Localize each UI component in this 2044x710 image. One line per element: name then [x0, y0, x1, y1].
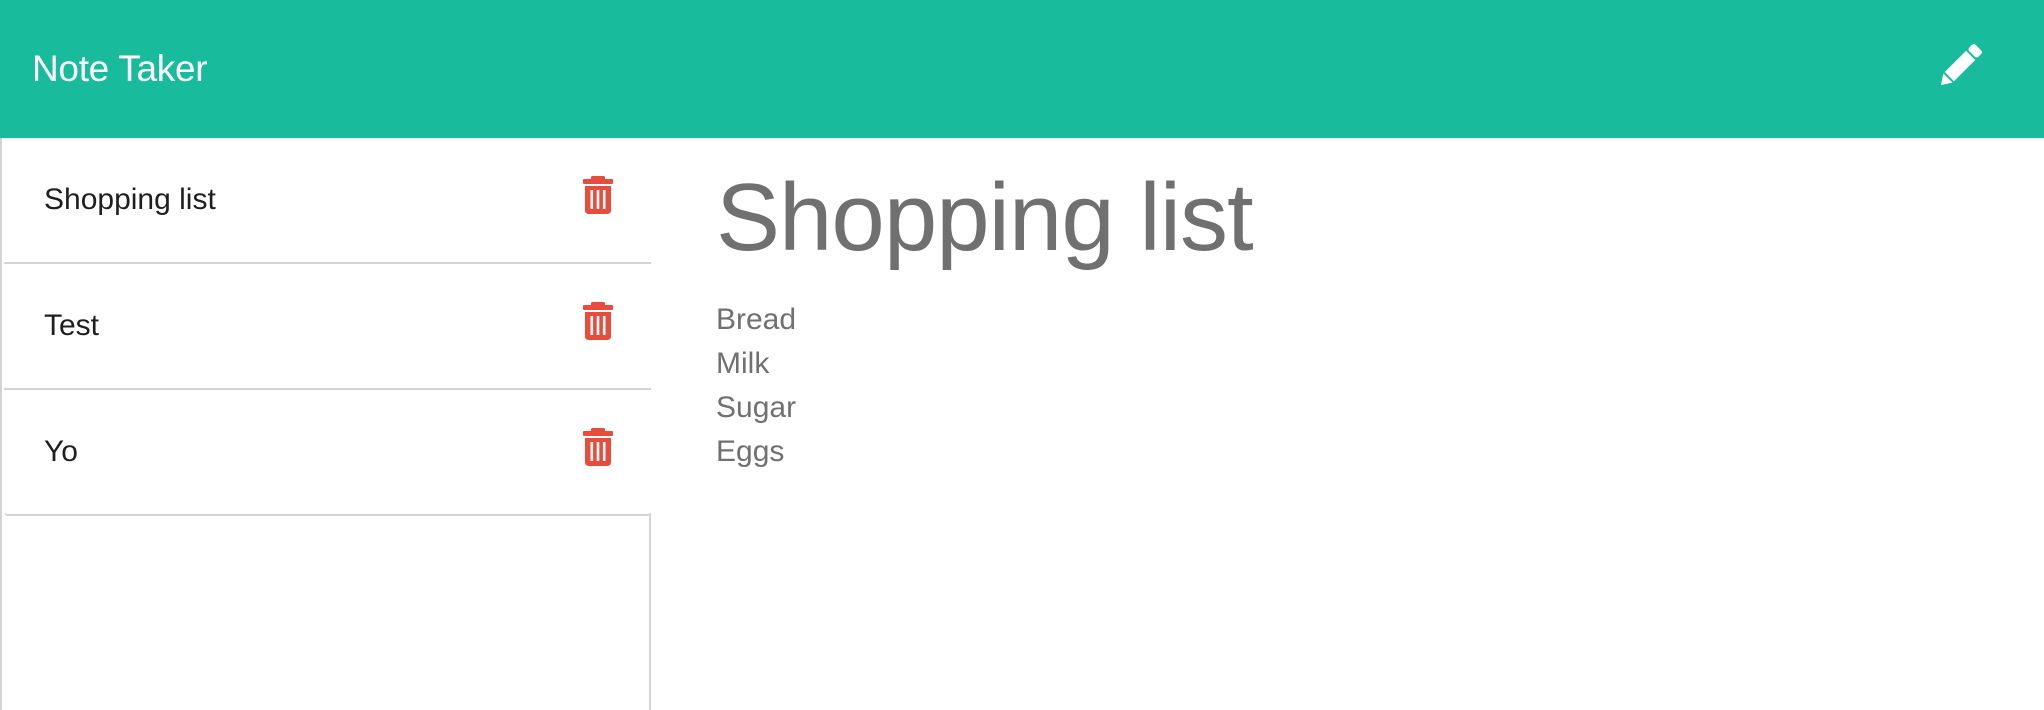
new-note-button[interactable]	[1932, 38, 1988, 94]
note-list-item-title[interactable]: Shopping list	[44, 182, 216, 218]
delete-note-button[interactable]	[581, 176, 615, 214]
trash-icon	[583, 428, 613, 466]
trash-icon	[583, 176, 613, 214]
note-list-item[interactable]: Test	[4, 264, 651, 390]
note-body-textarea[interactable]: Bread Milk Sugar Eggs	[716, 298, 1916, 678]
brand-link[interactable]: Note Taker	[32, 47, 208, 91]
note-title-input[interactable]	[716, 160, 1916, 276]
note-list-item[interactable]: Yo	[4, 390, 651, 516]
note-list-item-title[interactable]: Test	[44, 308, 99, 344]
note-list-item-title[interactable]: Yo	[44, 434, 78, 470]
note-editor: Bread Milk Sugar Eggs	[651, 138, 2044, 710]
note-sidebar: Shopping list Test Yo	[0, 138, 651, 710]
delete-note-button[interactable]	[581, 302, 615, 340]
delete-note-button[interactable]	[581, 428, 615, 466]
note-list-item[interactable]: Shopping list	[4, 138, 651, 264]
navbar: Note Taker	[0, 0, 2044, 138]
trash-icon	[583, 302, 613, 340]
pencil-icon	[1940, 44, 1982, 86]
note-list: Shopping list Test Yo	[4, 138, 651, 516]
